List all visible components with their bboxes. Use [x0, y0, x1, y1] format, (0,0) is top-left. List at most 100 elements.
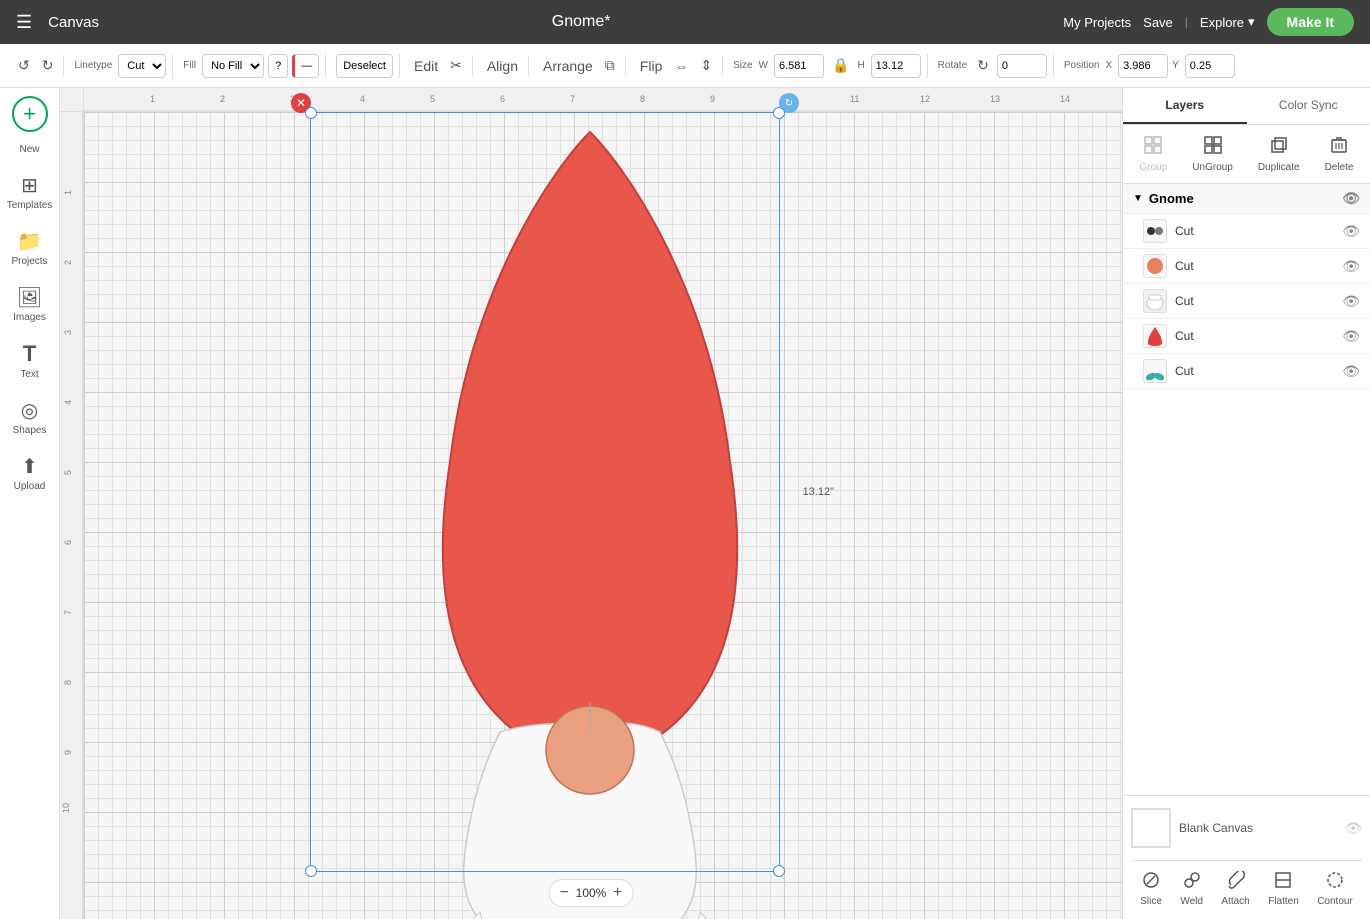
layer-name-3: Cut	[1175, 294, 1334, 308]
sidebar-item-text[interactable]: T Text	[4, 333, 56, 388]
layer-thumb-2	[1143, 254, 1167, 278]
sidebar-item-images[interactable]: 🖼 Images	[4, 277, 56, 331]
group-chevron: ▼	[1133, 193, 1143, 204]
explore-button[interactable]: Explore ▾	[1200, 14, 1255, 30]
blank-canvas-thumbnail	[1131, 808, 1171, 848]
ruler-corner	[60, 88, 84, 112]
ungroup-icon	[1203, 135, 1223, 160]
undo-button[interactable]: ↺	[14, 55, 34, 76]
linetype-select[interactable]: Cut	[118, 54, 166, 78]
contour-button[interactable]: Contour	[1311, 867, 1359, 911]
align-button[interactable]: Align	[483, 56, 522, 76]
layer-eye-4[interactable]: 👁	[1342, 328, 1360, 345]
tab-layers[interactable]: Layers	[1123, 88, 1247, 124]
fill-select[interactable]: No Fill	[202, 54, 264, 78]
height-input[interactable]	[871, 54, 921, 78]
layer-group-gnome[interactable]: ▼ Gnome 👁	[1123, 184, 1370, 214]
flatten-button[interactable]: Flatten	[1262, 867, 1305, 911]
gnome-graphic[interactable]	[350, 112, 830, 919]
weld-button[interactable]: Weld	[1174, 867, 1209, 911]
svg-text:8: 8	[640, 94, 645, 104]
arrange-tool[interactable]: ⧉	[601, 55, 619, 76]
new-button[interactable]: +	[12, 96, 48, 132]
canvas-area[interactable]: 1 2 3 4 5 6 7 8 9 10 11 12 13 14 1 2	[60, 88, 1122, 919]
tab-color-sync[interactable]: Color Sync	[1247, 88, 1370, 124]
ungroup-button[interactable]: UnGroup	[1186, 131, 1239, 177]
layer-eye-2[interactable]: 👁	[1342, 258, 1360, 275]
layer-item-5[interactable]: Cut 👁	[1123, 354, 1370, 389]
layer-eye-3[interactable]: 👁	[1342, 293, 1360, 310]
layer-item-2[interactable]: Cut 👁	[1123, 249, 1370, 284]
svg-text:10: 10	[61, 803, 71, 813]
edit-button[interactable]: Edit	[410, 56, 442, 76]
size-label: Size	[733, 60, 752, 71]
layer-eye-1[interactable]: 👁	[1342, 223, 1360, 240]
edit-tool-button[interactable]: ✂	[446, 55, 466, 76]
flip-button[interactable]: Flip	[636, 56, 667, 76]
zoom-out-button[interactable]: −	[560, 884, 569, 902]
svg-text:1: 1	[63, 190, 73, 195]
delete-button[interactable]: Delete	[1319, 131, 1360, 177]
arrange-group: Arrange ⧉	[533, 55, 626, 76]
sidebar-item-shapes[interactable]: ◎ Shapes	[4, 390, 56, 444]
slice-button[interactable]: Slice	[1134, 867, 1168, 911]
group-name: Gnome	[1149, 191, 1194, 206]
layer-thumb-4	[1143, 324, 1167, 348]
layer-item-3[interactable]: Cut 👁	[1123, 284, 1370, 319]
svg-text:7: 7	[63, 610, 73, 615]
right-panel-tabs: Layers Color Sync	[1123, 88, 1370, 125]
sidebar-item-templates[interactable]: ⊞ Templates	[4, 165, 56, 219]
width-input[interactable]	[774, 54, 824, 78]
arrange-button[interactable]: Arrange	[539, 56, 597, 76]
weld-icon	[1183, 871, 1201, 894]
attach-button[interactable]: Attach	[1215, 867, 1255, 911]
flip-group: Flip ⇔ ⇕	[630, 55, 723, 76]
shapes-icon: ◎	[21, 398, 38, 423]
position-label: Position	[1064, 60, 1100, 71]
deselect-button[interactable]: Deselect	[336, 54, 393, 78]
attach-icon	[1227, 871, 1245, 894]
lock-icon[interactable]: 🔒	[828, 55, 853, 76]
redo-button[interactable]: ↻	[38, 55, 58, 76]
layer-item-1[interactable]: Cut 👁	[1123, 214, 1370, 249]
svg-text:7: 7	[570, 94, 575, 104]
save-button[interactable]: Save	[1143, 15, 1173, 30]
panel-toolbar: Group UnGroup Duplicate Delete	[1123, 125, 1370, 184]
svg-text:11: 11	[850, 94, 859, 104]
svg-text:1: 1	[150, 94, 155, 104]
layer-item-4[interactable]: Cut 👁	[1123, 319, 1370, 354]
group-eye-icon[interactable]: 👁	[1342, 190, 1360, 207]
fill-help-button[interactable]: ?	[268, 54, 288, 78]
x-input[interactable]	[1118, 54, 1168, 78]
y-input[interactable]	[1185, 54, 1235, 78]
size-group: Size W 🔒 H	[727, 54, 928, 78]
flip-h[interactable]: ⇔	[670, 56, 692, 76]
svg-text:12: 12	[920, 94, 930, 104]
my-projects-button[interactable]: My Projects	[1063, 15, 1131, 30]
zoom-in-button[interactable]: +	[613, 884, 622, 902]
fill-color-button[interactable]: —	[292, 54, 319, 78]
rotate-group: Rotate ↻	[932, 54, 1054, 78]
contour-icon	[1326, 871, 1344, 894]
project-title: Gnome*	[115, 13, 1047, 31]
edit-group: Edit ✂	[404, 55, 473, 76]
layer-eye-5[interactable]: 👁	[1342, 363, 1360, 380]
rotate-input[interactable]	[997, 54, 1047, 78]
templates-icon: ⊞	[21, 173, 38, 198]
svg-text:5: 5	[63, 470, 73, 475]
app-logo: Canvas	[48, 14, 99, 31]
duplicate-button[interactable]: Duplicate	[1252, 131, 1306, 177]
rotate-label: Rotate	[938, 60, 967, 71]
sidebar-item-upload[interactable]: ⬆ Upload	[4, 446, 56, 500]
flip-v[interactable]: ⇕	[696, 55, 716, 76]
blank-canvas-eye-icon[interactable]: 👁	[1344, 820, 1362, 837]
chevron-down-icon: ▾	[1248, 14, 1255, 30]
hamburger-menu[interactable]: ☰	[16, 12, 32, 33]
sidebar-item-new[interactable]: New	[4, 136, 56, 163]
svg-text:2: 2	[63, 260, 73, 265]
group-button[interactable]: Group	[1134, 131, 1174, 177]
sidebar-item-projects[interactable]: 📁 Projects	[4, 221, 56, 275]
make-it-button[interactable]: Make It	[1267, 8, 1354, 36]
top-nav: ☰ Canvas Gnome* My Projects Save | Explo…	[0, 0, 1370, 44]
group-icon	[1143, 135, 1163, 160]
